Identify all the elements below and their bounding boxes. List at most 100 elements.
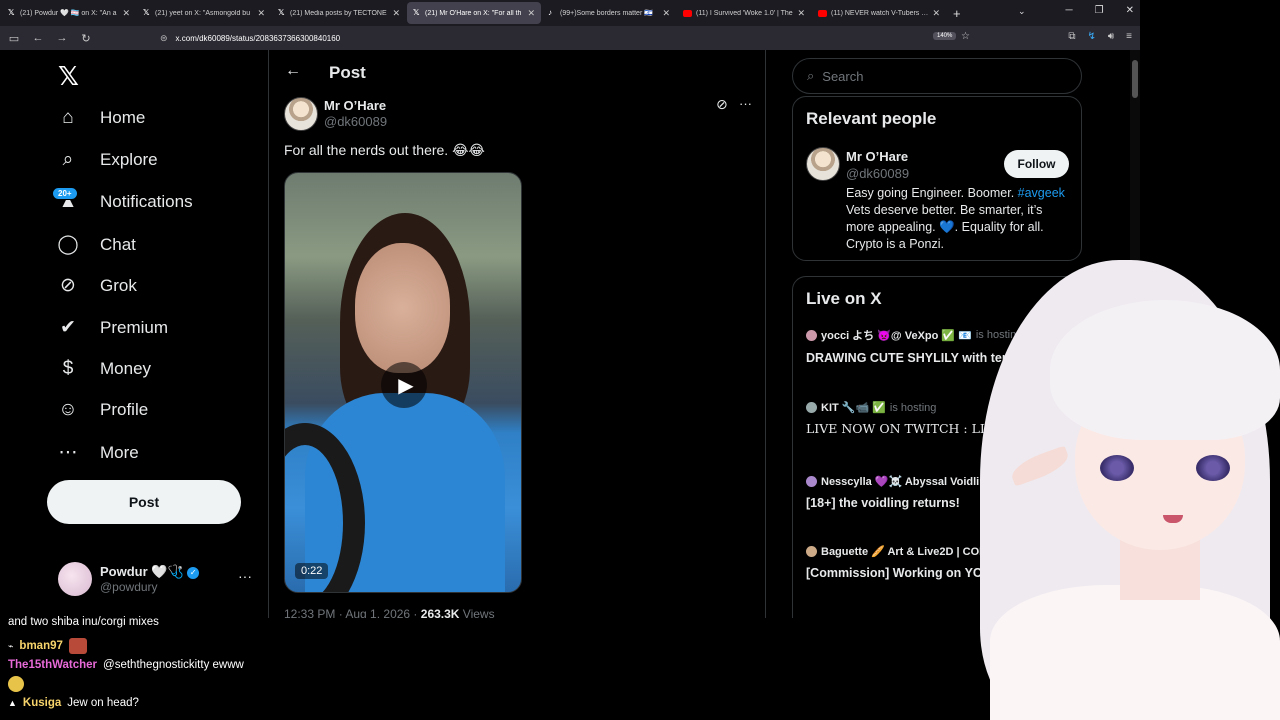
account-switcher[interactable]: Powdur 🤍🩺 ✓ @powdury ··· (58, 562, 258, 596)
window-controls: ─ ❐ ✕ (1066, 5, 1134, 16)
chat-message (8, 676, 24, 692)
scrollbar-thumb[interactable] (1132, 60, 1138, 98)
verified-icon: ✓ (187, 566, 200, 579)
nav-money[interactable]: $ Money (56, 358, 151, 380)
chat-icon: ◯ (57, 234, 79, 255)
minimize-icon[interactable]: ─ (1066, 5, 1073, 16)
vtuber-bangs (1050, 300, 1280, 440)
author-handle[interactable]: @dk60089 (324, 114, 387, 129)
chat-message: ▲ Kusiga Jew on head? (8, 697, 139, 709)
close-icon[interactable]: ✕ (122, 8, 130, 19)
browser-tab-bar: 𝕏 (21) Powdur 🤍 🏳️‍⚧️ on X: "An a ✕ 𝕏 (21) … (0, 0, 1140, 26)
nav-chat[interactable]: ◯ Chat (56, 233, 136, 256)
video-duration: 0:22 (295, 563, 329, 579)
close-icon[interactable]: ✕ (257, 8, 265, 19)
close-icon[interactable]: ✕ (662, 8, 670, 19)
vtuber-body (990, 585, 1280, 720)
relevant-handle[interactable]: @dk60089 (846, 166, 909, 181)
author-name[interactable]: Mr O’Hare (324, 98, 386, 113)
extensions-icon[interactable]: ⧉ (1068, 31, 1075, 42)
relevant-name[interactable]: Mr O’Hare (846, 149, 908, 164)
money-icon: $ (62, 358, 74, 379)
browser-tab-active[interactable]: 𝕏 (21) Mr O'Hare on X: "For all th ✕ (407, 2, 541, 24)
avatar (806, 329, 817, 341)
forward-icon[interactable]: → (52, 32, 72, 44)
search-input[interactable] (822, 68, 1053, 84)
video-player[interactable]: ▶ 0:22 (284, 172, 522, 593)
chat-message: ⌁ bman97 (8, 638, 87, 654)
post-column: ← Post Mr O’Hare @dk60089 ⊘ ··· For all … (268, 50, 766, 618)
search-box[interactable]: ⌕ (792, 58, 1082, 94)
author-avatar[interactable] (284, 97, 318, 131)
profile-icon: ☺ (58, 399, 78, 420)
play-icon[interactable]: ▶ (381, 362, 427, 408)
x-logo-icon: 𝕏 (278, 8, 285, 17)
post-text: For all the nerds out there. 😂😂 (284, 142, 485, 158)
x-logo-icon: 𝕏 (8, 8, 15, 17)
chat-badge-icon: ▲ (8, 698, 17, 708)
close-window-icon[interactable]: ✕ (1126, 5, 1134, 16)
nav-premium[interactable]: ✔ Premium (56, 316, 168, 339)
close-icon[interactable]: ✕ (527, 8, 535, 19)
reload-icon[interactable]: ↻ (76, 32, 96, 45)
follow-button[interactable]: Follow (1004, 150, 1069, 178)
chevron-down-icon[interactable]: ⌄ (1018, 6, 1026, 17)
x-logo-icon: 𝕏 (413, 8, 420, 17)
relevant-people-card: Relevant people Mr O’Hare @dk60089 Follo… (792, 96, 1082, 261)
emote-icon (68, 638, 87, 654)
sidebar-toggle-icon[interactable]: ▭ (4, 32, 24, 45)
nav-profile[interactable]: ☺ Profile (56, 399, 148, 421)
menu-icon[interactable]: ≡ (1126, 31, 1132, 42)
x-logo-icon[interactable]: 𝕏 (58, 62, 79, 92)
browser-tab[interactable]: (11) I Survived 'Woke 1.0' | The ✕ (677, 2, 811, 24)
browser-tab[interactable]: 𝕏 (21) Media posts by TECTONE ✕ (272, 2, 406, 24)
url-text: x.com/dk60089/status/2083637366300840160 (175, 33, 341, 43)
premium-icon: ✔ (60, 317, 76, 338)
maximize-icon[interactable]: ❐ (1095, 5, 1104, 16)
vtuber-eye (1196, 455, 1230, 481)
nav-home[interactable]: ⌂ Home (56, 107, 145, 129)
close-icon[interactable]: ✕ (392, 8, 400, 19)
browser-tab[interactable]: ♪ (99+)Some borders matter 🇮🇱 ✕ (542, 2, 676, 24)
back-arrow-icon[interactable]: ← (285, 62, 301, 80)
close-icon[interactable]: ✕ (797, 8, 805, 19)
more-options-icon[interactable]: ··· (238, 568, 252, 584)
view-count: 263.3K (420, 607, 460, 618)
site-info-icon[interactable]: ⊜ (160, 33, 168, 44)
post-timestamp[interactable]: 12:33 PM · Aug 1, 2026 · (284, 607, 421, 618)
bookmark-star-icon[interactable]: ☆ (961, 31, 970, 42)
youtube-icon (683, 9, 692, 17)
section-title: Relevant people (806, 109, 937, 128)
search-icon: ⌕ (807, 68, 815, 83)
nav-explore[interactable]: ⌕ Explore (56, 149, 158, 171)
back-icon[interactable]: ← (28, 32, 48, 44)
avatar (806, 402, 817, 413)
avatar[interactable] (806, 147, 840, 181)
extension-icon[interactable]: ↯ (1087, 31, 1095, 42)
nav-grok[interactable]: ⊘ Grok (56, 274, 137, 297)
post-button[interactable]: Post (47, 480, 241, 524)
browser-tab[interactable]: 𝕏 (21) yeet on X: "Asmongold bu ✕ (137, 2, 271, 24)
audio-icon[interactable]: 🔊︎ (1108, 31, 1114, 42)
notifications-badge: 20+ (52, 187, 78, 200)
account-name: Powdur 🤍🩺 (100, 564, 184, 579)
avatar (806, 546, 817, 557)
zoom-level[interactable]: 140% (933, 32, 957, 40)
video-frame-face (355, 243, 450, 373)
chat-message: and two shiba inu/corgi mixes (8, 616, 159, 628)
hashtag-link[interactable]: #avgeek (1018, 186, 1065, 200)
chat-badge-icon: ⌁ (8, 640, 14, 651)
nav-more[interactable]: ⋯ More (56, 441, 139, 464)
url-bar[interactable]: ⊜ x.com/dk60089/status/20836373663008401… (160, 28, 980, 48)
more-options-icon[interactable]: ··· (739, 96, 752, 111)
grok-icon[interactable]: ⊘ (716, 96, 728, 113)
new-tab-button[interactable]: + (953, 6, 961, 21)
close-icon[interactable]: ✕ (932, 8, 940, 19)
avatar (806, 476, 817, 487)
x-logo-icon: 𝕏 (143, 8, 150, 17)
browser-nav-bar: ▭ ← → ↻ ⊜ x.com/dk60089/status/208363736… (0, 26, 1140, 50)
search-icon: ⌕ (62, 149, 74, 170)
vtuber-eye (1100, 455, 1134, 481)
browser-tab[interactable]: 𝕏 (21) Powdur 🤍 🏳️‍⚧️ on X: "An a ✕ (2, 2, 136, 24)
browser-tab[interactable]: (11) NEVER watch V-Tubers - Y ✕ (812, 2, 946, 24)
